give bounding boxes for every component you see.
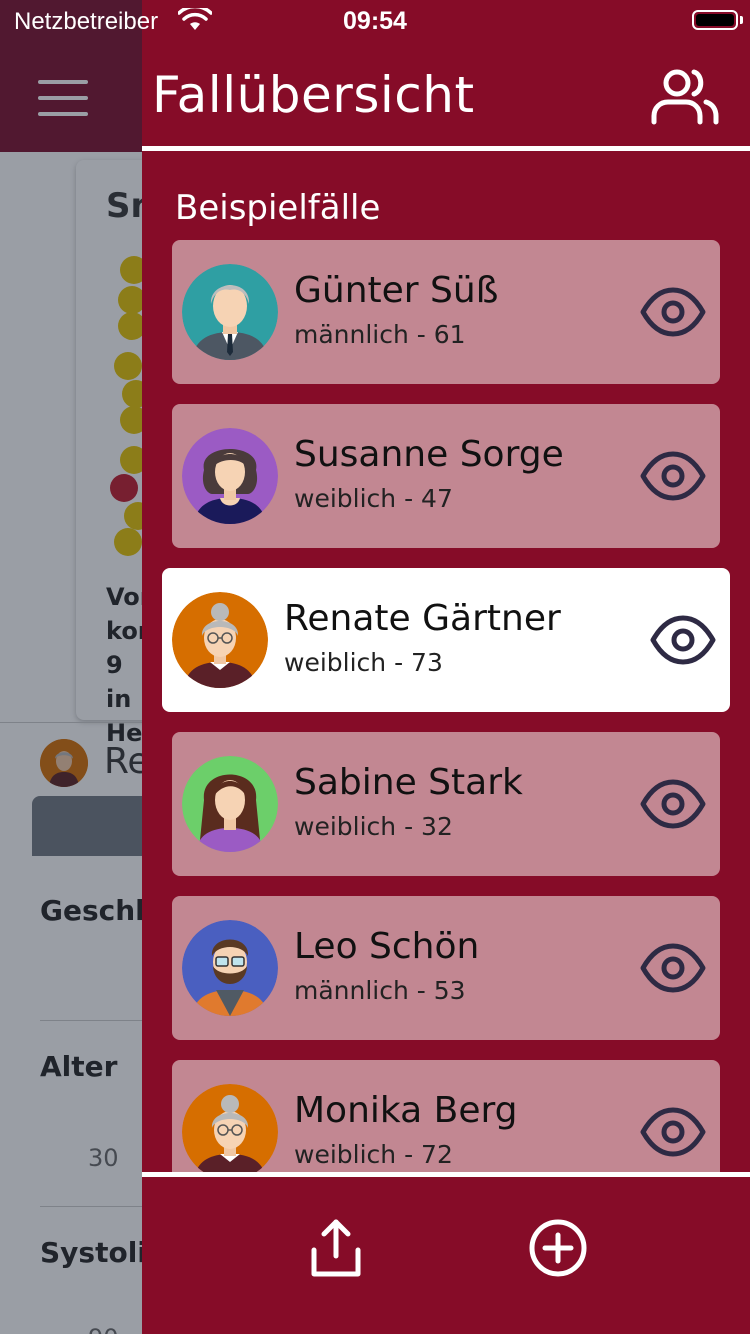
case-item-sabine-stark[interactable]: Sabine Stark weiblich - 32 bbox=[172, 732, 720, 876]
case-overview-drawer: Fallübersicht Beispielfälle Günter Süß m… bbox=[142, 0, 750, 1334]
avatar bbox=[182, 264, 278, 360]
case-details: weiblich - 72 bbox=[294, 1140, 453, 1169]
case-name: Günter Süß bbox=[294, 270, 499, 311]
case-name: Leo Schön bbox=[294, 926, 480, 967]
case-item-monika-berg[interactable]: Monika Berg weiblich - 72 bbox=[172, 1060, 720, 1172]
case-details: weiblich - 32 bbox=[294, 812, 453, 841]
eye-icon[interactable] bbox=[640, 448, 706, 504]
avatar bbox=[182, 1084, 278, 1172]
avatar bbox=[182, 756, 278, 852]
battery-icon bbox=[692, 10, 738, 30]
case-details: männlich - 53 bbox=[294, 976, 466, 1005]
share-icon[interactable] bbox=[308, 1218, 364, 1278]
add-circle-icon[interactable] bbox=[528, 1218, 588, 1278]
avatar bbox=[182, 920, 278, 1016]
case-name: Susanne Sorge bbox=[294, 434, 564, 475]
case-list[interactable]: Günter Süß männlich - 61 Susanne Sorge w… bbox=[142, 151, 750, 1172]
case-item-guenter-suess[interactable]: Günter Süß männlich - 61 bbox=[172, 240, 720, 384]
eye-icon[interactable] bbox=[640, 1104, 706, 1160]
battery-tip bbox=[740, 16, 743, 24]
case-name: Renate Gärtner bbox=[284, 598, 561, 639]
case-item-renate-gaertner[interactable]: Renate Gärtner weiblich - 73 bbox=[162, 568, 730, 712]
eye-icon[interactable] bbox=[640, 940, 706, 996]
case-item-leo-schoen[interactable]: Leo Schön männlich - 53 bbox=[172, 896, 720, 1040]
drawer-title: Fallübersicht bbox=[152, 66, 475, 124]
clock: 09:54 bbox=[343, 7, 407, 35]
case-item-susanne-sorge[interactable]: Susanne Sorge weiblich - 47 bbox=[172, 404, 720, 548]
eye-icon[interactable] bbox=[640, 776, 706, 832]
eye-icon[interactable] bbox=[650, 612, 716, 668]
eye-icon[interactable] bbox=[640, 284, 706, 340]
status-bar: Netzbetreiber 09:54 bbox=[0, 0, 750, 40]
case-details: männlich - 61 bbox=[294, 320, 466, 349]
users-icon[interactable] bbox=[650, 66, 720, 128]
case-name: Monika Berg bbox=[294, 1090, 518, 1131]
case-details: weiblich - 73 bbox=[284, 648, 443, 677]
footer-divider bbox=[142, 1172, 750, 1177]
avatar bbox=[182, 428, 278, 524]
case-details: weiblich - 47 bbox=[294, 484, 453, 513]
case-name: Sabine Stark bbox=[294, 762, 523, 803]
avatar bbox=[172, 592, 268, 688]
